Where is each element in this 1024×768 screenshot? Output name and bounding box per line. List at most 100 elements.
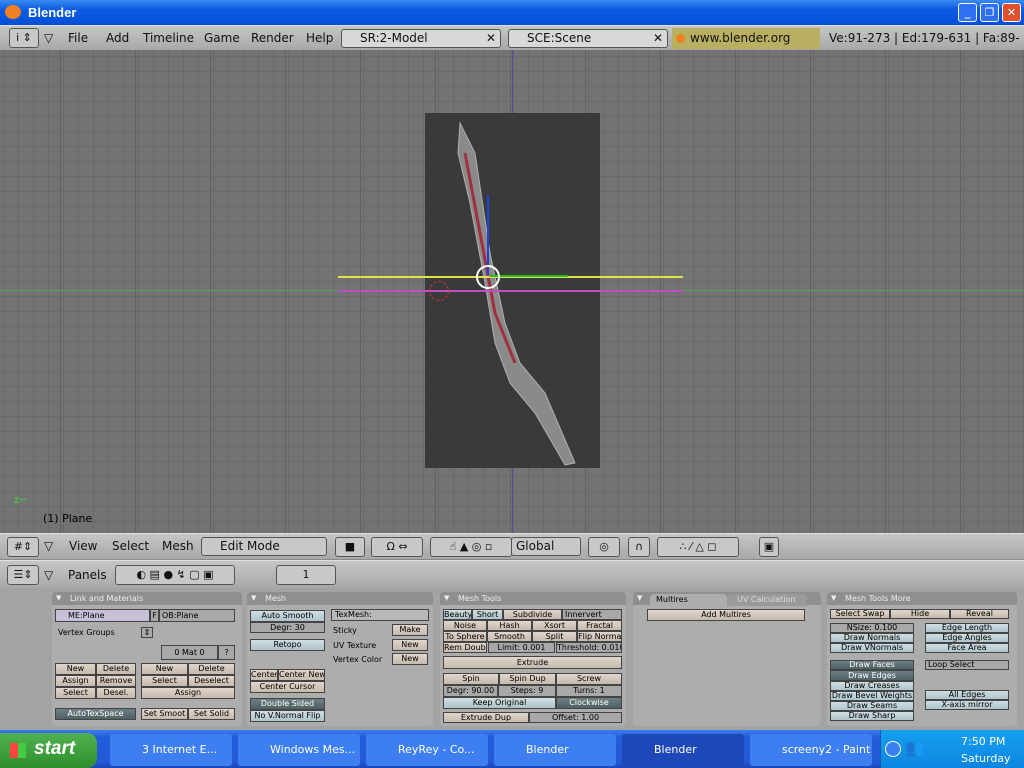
panel-title[interactable]: Mesh (247, 592, 433, 605)
vgroup-assign-button[interactable]: Assign (55, 675, 96, 687)
vgroup-desel-button[interactable]: Desel. (96, 687, 136, 699)
object-name-field[interactable]: OB:Plane (159, 609, 235, 622)
menu-select[interactable]: Select (112, 539, 149, 553)
reveal-button[interactable]: Reveal (950, 609, 1009, 619)
panel-title[interactable]: Mesh Tools More (827, 592, 1017, 605)
task-blender-2[interactable]: Blender (622, 734, 744, 766)
draw-vnormals-toggle[interactable]: Draw VNormals (830, 643, 914, 653)
close-button[interactable]: ✕ (1002, 3, 1021, 22)
material-select-button[interactable]: Select (141, 675, 188, 687)
no-vnormal-flip-toggle[interactable]: No V.Normal Flip (250, 710, 325, 722)
material-delete-button[interactable]: Delete (188, 663, 235, 675)
material-new-button[interactable]: New (141, 663, 188, 675)
select-swap-button[interactable]: Select Swap (830, 609, 890, 619)
texmesh-field[interactable]: TexMesh: (331, 609, 429, 621)
all-edges-toggle[interactable]: All Edges (925, 690, 1009, 700)
x-manipulator-arrow[interactable] (490, 275, 568, 277)
fractal-button[interactable]: Fractal (577, 620, 622, 631)
select-mode-icons[interactable]: ∴ ⁄ △ ◻ (657, 537, 739, 557)
set-smooth-button[interactable]: Set Smoot (141, 708, 188, 720)
vertex-color-new-button[interactable]: New (392, 653, 428, 665)
panel-title[interactable]: Mesh Tools (440, 592, 626, 605)
task-reyrey[interactable]: ReyRey - Co... (366, 734, 488, 766)
sticky-make-button[interactable]: Make (392, 624, 428, 636)
clock-time[interactable]: 7:50 PM (961, 735, 1005, 748)
snap-icon[interactable]: ∩ (628, 537, 650, 557)
menu-add[interactable]: Add (106, 31, 129, 45)
delete-screen-icon[interactable]: ✕ (486, 30, 496, 47)
menu-view[interactable]: View (69, 539, 97, 553)
vertex-group-menu[interactable]: ⇕ (141, 627, 153, 638)
material-help-button[interactable]: ? (218, 645, 235, 660)
menu-timeline[interactable]: Timeline (143, 31, 194, 45)
pivot-icon[interactable]: Ω ⇔ (371, 537, 423, 557)
flip-normal-button[interactable]: Flip Normal (577, 631, 622, 642)
delete-scene-icon[interactable]: ✕ (653, 30, 663, 47)
draw-edges-toggle[interactable]: Draw Edges (830, 670, 914, 681)
xaxis-mirror-toggle[interactable]: X-axis mirror (925, 700, 1009, 710)
screw-button[interactable]: Screw (556, 673, 622, 685)
spin-dup-button[interactable]: Spin Dup (499, 673, 556, 685)
center-button[interactable]: Center (250, 669, 278, 681)
task-windows-messenger[interactable]: Windows Mes... (238, 734, 360, 766)
proportional-edit-icon[interactable]: ◎ (588, 537, 620, 557)
collapse-triangle-icon[interactable]: ▽ (44, 539, 53, 553)
offset-field[interactable]: Offset: 1.00 (529, 712, 622, 723)
menu-help[interactable]: Help (306, 31, 333, 45)
smooth-degree-field[interactable]: Degr: 30 (250, 622, 325, 633)
split-button[interactable]: Split (532, 631, 577, 642)
context-buttons-icons[interactable]: ◐ ▤ ● ↯ ▢ ▣ (115, 565, 235, 585)
innervert-menu[interactable]: Innervert (562, 609, 622, 620)
view3d-window-type-icon[interactable]: #⇕ (7, 537, 39, 557)
mode-selector[interactable]: Edit Mode (201, 537, 327, 556)
noise-button[interactable]: Noise (443, 620, 487, 631)
short-toggle[interactable]: Short (472, 609, 503, 620)
minimize-button[interactable]: _ (958, 3, 977, 22)
draw-sharp-toggle[interactable]: Draw Sharp (830, 711, 914, 721)
center-cursor-button[interactable]: Center Cursor (250, 681, 325, 693)
extrude-dup-button[interactable]: Extrude Dup (443, 712, 529, 723)
messenger-tray-icon[interactable]: 👥 (905, 738, 925, 757)
smooth-button[interactable]: Smooth (487, 631, 532, 642)
turns-field[interactable]: Turns: 1 (556, 685, 622, 697)
to-sphere-button[interactable]: To Sphere (443, 631, 487, 642)
threshold-field[interactable]: Threshold: 0.010 (556, 642, 622, 653)
render-icon[interactable]: ▣ (759, 537, 779, 557)
menu-file[interactable]: File (68, 31, 88, 45)
draw-type-icon[interactable]: ■ (335, 537, 365, 557)
screen-selector[interactable]: SR:2-Model ✕ (341, 29, 501, 48)
material-deselect-button[interactable]: Deselect (188, 675, 235, 687)
tray-expand-icon[interactable] (885, 741, 901, 757)
scene-selector[interactable]: SCE:Scene ✕ (508, 29, 668, 48)
rem-doubles-button[interactable]: Rem Doubl (443, 642, 487, 653)
vgroup-new-button[interactable]: New (55, 663, 96, 675)
panel-title[interactable]: Link and Materials (52, 592, 242, 605)
3d-cursor-icon[interactable] (429, 281, 449, 301)
vgroup-remove-button[interactable]: Remove (96, 675, 136, 687)
xsort-button[interactable]: Xsort (532, 620, 577, 631)
info-window-type-icon[interactable]: i ⇕ (9, 28, 39, 48)
retopo-toggle[interactable]: Retopo (250, 639, 325, 651)
maximize-button[interactable]: ❐ (980, 3, 999, 22)
edge-angles-toggle[interactable]: Edge Angles (925, 633, 1009, 643)
z-manipulator-arrow[interactable] (487, 195, 489, 275)
spin-button[interactable]: Spin (443, 673, 499, 685)
menu-game[interactable]: Game (204, 31, 240, 45)
draw-bevel-weights-toggle[interactable]: Draw Bevel Weights (830, 691, 914, 701)
set-solid-button[interactable]: Set Solid (188, 708, 235, 720)
steps-field[interactable]: Steps: 9 (498, 685, 556, 697)
spin-degree-field[interactable]: Degr: 90.00 (443, 685, 498, 697)
draw-normals-toggle[interactable]: Draw Normals (830, 633, 914, 643)
mesh-name-field[interactable]: ME:Plane (55, 609, 150, 622)
clockwise-toggle[interactable]: Clockwise (556, 697, 622, 709)
menu-render[interactable]: Render (251, 31, 294, 45)
subdivide-button[interactable]: Subdivide (503, 609, 562, 620)
draw-seams-toggle[interactable]: Draw Seams (830, 701, 914, 711)
edge-length-toggle[interactable]: Edge Length (925, 623, 1009, 633)
add-multires-button[interactable]: Add Multires (647, 609, 805, 621)
start-button[interactable]: start (0, 733, 97, 768)
hide-button[interactable]: Hide (890, 609, 950, 619)
menu-mesh[interactable]: Mesh (162, 539, 194, 553)
loop-select-menu[interactable]: Loop Select (925, 660, 1009, 670)
autotexspace-toggle[interactable]: AutoTexSpace (55, 708, 136, 720)
